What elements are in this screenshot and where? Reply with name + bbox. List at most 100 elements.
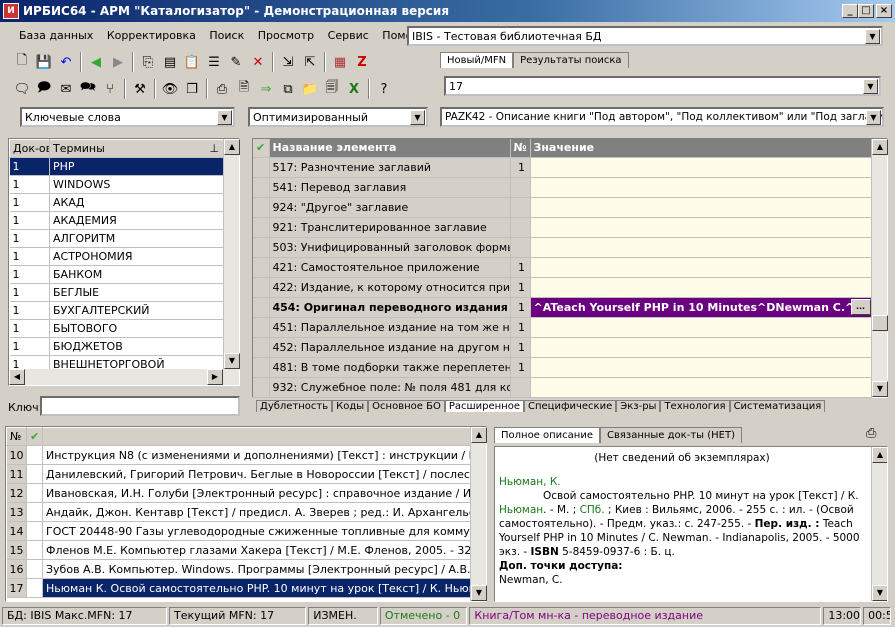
term-row[interactable]: 1 АЛГОРИТМ	[9, 229, 224, 248]
scroll-down-icon[interactable]: ▼	[471, 585, 487, 601]
col-no-header[interactable]: №	[510, 139, 531, 158]
fields-scrollbar[interactable]: ▲ ▼	[871, 139, 888, 397]
term-row[interactable]: 1 АКАДЕМИЯ	[9, 211, 224, 230]
record-mark[interactable]	[26, 464, 43, 484]
paste-icon[interactable]: 📋	[182, 52, 202, 72]
fields-icon[interactable]: ▦	[330, 52, 350, 72]
field-value[interactable]	[530, 257, 872, 278]
chevron-down-icon[interactable]: ▼	[217, 110, 232, 125]
scroll-up-icon[interactable]: ▲	[872, 447, 887, 463]
tab-field-group[interactable]: Основное БО	[368, 400, 445, 412]
row-selector[interactable]	[253, 337, 270, 358]
field-row[interactable]: 921: Транслитерированное заглавие	[253, 217, 872, 238]
scroll-down-icon[interactable]: ▼	[224, 353, 240, 369]
field-row[interactable]: 454: Оригинал переводного издания 1 ^ATeac…	[253, 297, 872, 318]
worksheet-select[interactable]: PAZK42 - Описание книги "Под автором", "…	[440, 107, 884, 127]
field-row[interactable]: 517: Разночтение заглавий 1	[253, 157, 872, 178]
print-icon[interactable]: ⎙	[212, 79, 232, 99]
comment-add-icon[interactable]: 🗩	[34, 79, 54, 99]
scroll-thumb[interactable]	[872, 315, 888, 331]
menu-search[interactable]: Поиск	[204, 27, 249, 44]
doc-export-icon[interactable]: 🗐	[322, 79, 342, 99]
tab-field-group[interactable]: Дублетность	[256, 400, 333, 412]
menu-view[interactable]: Просмотр	[253, 27, 319, 44]
tab-field-group[interactable]: Технология	[660, 400, 730, 412]
row-selector[interactable]	[253, 217, 270, 238]
field-value[interactable]	[530, 217, 872, 238]
field-row[interactable]: 452: Параллельное издание на другом носи…	[253, 337, 872, 358]
scroll-down-icon[interactable]: ▼	[872, 585, 887, 601]
field-row[interactable]: 541: Перевод заглавия	[253, 177, 872, 198]
search-type-select[interactable]: Ключевые слова ▼	[20, 107, 235, 127]
record-row[interactable]: 15 Фленов М.Е. Компьютер глазами Хакера […	[6, 540, 471, 560]
row-selector[interactable]	[253, 277, 270, 298]
place-link[interactable]: СПб.	[580, 504, 605, 516]
row-selector[interactable]	[253, 257, 270, 278]
record-mark[interactable]	[26, 540, 43, 560]
folder-icon[interactable]: 📁	[300, 79, 320, 99]
term-row[interactable]: 1 БАНКОМ	[9, 265, 224, 284]
minimize-button[interactable]: _	[842, 4, 858, 18]
author-link[interactable]: Ньюман, К.	[499, 476, 561, 488]
doc-copy-icon[interactable]: ⧉	[278, 79, 298, 99]
term-row[interactable]: 1 БЕГЛЫЕ	[9, 283, 224, 302]
docs-icon[interactable]: 🗎	[234, 79, 254, 99]
col-value-header[interactable]: Значение	[530, 139, 872, 158]
row-selector[interactable]	[253, 177, 270, 198]
export-icon[interactable]: ⇱	[300, 52, 320, 72]
z39-icon[interactable]: Z	[352, 52, 372, 72]
mail-icon[interactable]: ✉	[56, 79, 76, 99]
terms-scrollbar[interactable]: ▲ ▼	[223, 139, 240, 369]
save-icon[interactable]: 💾	[34, 52, 54, 72]
record-mark[interactable]	[26, 578, 43, 598]
col-name-header[interactable]: Название элемента	[269, 139, 511, 158]
menu-service[interactable]: Сервис	[323, 27, 374, 44]
check-header-icon[interactable]: ✔	[26, 427, 43, 446]
term-row[interactable]: 1 АКАД	[9, 193, 224, 212]
doc-go-icon[interactable]: ⇒	[256, 79, 276, 99]
excel-icon[interactable]: X	[344, 79, 364, 99]
search-mode-select[interactable]: Оптимизированный ▼	[248, 107, 428, 127]
scroll-up-icon[interactable]: ▲	[224, 139, 240, 155]
tree-icon[interactable]: ⑂	[100, 79, 120, 99]
record-row[interactable]: 11 Данилевский, Григорий Петрович. Беглые…	[6, 464, 471, 484]
mfn-select[interactable]: 17 ▼	[444, 76, 881, 96]
database-select[interactable]: IBIS - Тестовая библиотечная БД ▼	[407, 26, 883, 46]
new-record-icon[interactable]: 🗋	[12, 52, 32, 72]
record-mark[interactable]	[26, 483, 43, 503]
term-row[interactable]: 1 БУХГАЛТЕРСКИЙ	[9, 301, 224, 320]
record-mark[interactable]	[26, 521, 43, 541]
field-row[interactable]: 421: Самостоятельное приложение 1	[253, 257, 872, 278]
record-mark[interactable]	[26, 502, 43, 522]
delete-icon[interactable]: ✕	[248, 52, 268, 72]
preview-icon[interactable]: 👁	[160, 79, 180, 99]
row-selector[interactable]	[253, 357, 270, 378]
row-selector[interactable]	[253, 297, 270, 318]
terms-hscrollbar[interactable]: ◀ ▶	[9, 369, 239, 385]
field-value[interactable]	[530, 357, 872, 378]
field-value[interactable]	[530, 337, 872, 358]
tab-field-group[interactable]: Коды	[332, 400, 369, 412]
term-row[interactable]: 1 АСТРОНОМИЯ	[9, 247, 224, 266]
print-description-icon[interactable]: ⎙	[866, 426, 876, 441]
template-icon[interactable]: ▤	[160, 52, 180, 72]
tab-field-group[interactable]: Специфические	[523, 400, 617, 412]
pin-icon[interactable]: ⊥	[209, 142, 219, 155]
message-icon[interactable]: 🗪	[78, 79, 98, 99]
tools-icon[interactable]: ⚒	[130, 79, 150, 99]
field-row[interactable]: 451: Параллельное издание на том же носи…	[253, 317, 872, 338]
scroll-left-icon[interactable]: ◀	[9, 369, 25, 385]
scroll-right-icon[interactable]: ▶	[207, 369, 223, 385]
tab-field-group[interactable]: Систематизация	[729, 400, 826, 412]
menu-edit[interactable]: Корректировка	[102, 27, 201, 44]
chevron-down-icon[interactable]: ▼	[866, 110, 881, 125]
record-row[interactable]: 10 Инструкция N8 (с изменениями и дополне…	[6, 445, 471, 465]
menu-database[interactable]: База данных	[14, 27, 98, 44]
field-value[interactable]	[530, 377, 872, 398]
record-row[interactable]: 13 Андайк, Джон. Кентавр [Текст] / предис…	[6, 502, 471, 522]
record-mark[interactable]	[26, 559, 43, 579]
field-value[interactable]	[530, 177, 872, 198]
record-mark[interactable]	[26, 445, 43, 465]
row-selector[interactable]	[253, 317, 270, 338]
chevron-down-icon[interactable]: ▼	[863, 79, 878, 94]
